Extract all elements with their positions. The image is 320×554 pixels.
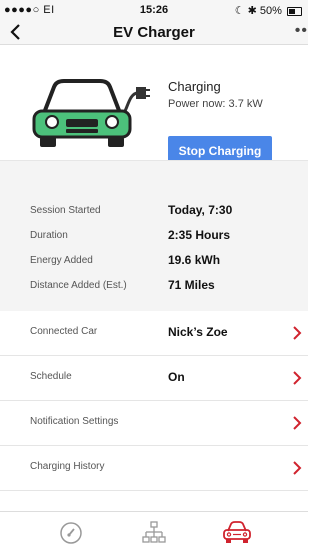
row-value: On [168,370,185,384]
chevron-right-icon [293,326,302,340]
stat-value-session-started: Today, 7:30 [168,203,233,217]
nav-bar: EV Charger •• [0,20,308,45]
charging-status-title: Charging [168,79,221,94]
battery-icon [287,6,302,16]
row-label: Schedule [30,371,72,382]
row-label: Connected Car [30,326,98,337]
page-title: EV Charger [113,24,195,41]
car-icon [223,521,251,543]
tab-car[interactable] [186,512,288,554]
charging-car-icon [32,79,150,147]
stat-value-duration: 2:35 Hours [168,228,231,242]
battery-percent: 50% [259,5,282,17]
charging-history-row[interactable]: Charging History [0,446,308,491]
connected-car-row[interactable]: Connected Car Nick’s Zoe [0,311,308,356]
row-label: Charging History [30,461,105,472]
tab-bar [0,511,308,554]
row-value: Nick’s Zoe [168,325,228,339]
schedule-row[interactable]: Schedule On [0,356,308,401]
stat-value-energy-added: 19.6 kWh [168,253,221,267]
chevron-right-icon [293,461,302,475]
more-options-icon[interactable]: •• [295,22,308,40]
network-icon [142,521,166,543]
gauge-icon [60,522,82,544]
notification-settings-row[interactable]: Notification Settings [0,401,308,446]
stat-label-duration: Duration [30,230,68,241]
stat-label-session-started: Session Started [30,205,101,216]
moon-icon: ☾ [234,5,245,17]
chevron-right-icon [293,371,302,385]
battery-status: ☾ ✱ 50% [235,4,302,17]
stat-label-distance-added: Distance Added (Est.) [30,280,127,291]
charging-hero: Charging Power now: 3.7 kW Stop Charging [0,45,308,166]
status-bar: ●●●●○ EI 15:26 ☾ ✱ 50% [0,0,308,20]
stat-value-distance-added: 71 Miles [168,278,215,292]
chevron-right-icon [293,416,302,430]
stat-label-energy-added: Energy Added [30,255,93,266]
session-stats: Session Started Today, 7:30 Duration 2:3… [0,160,308,312]
bluetooth-icon: ✱ [247,5,257,17]
row-label: Notification Settings [30,416,119,427]
power-now-text: Power now: 3.7 kW [168,98,263,110]
